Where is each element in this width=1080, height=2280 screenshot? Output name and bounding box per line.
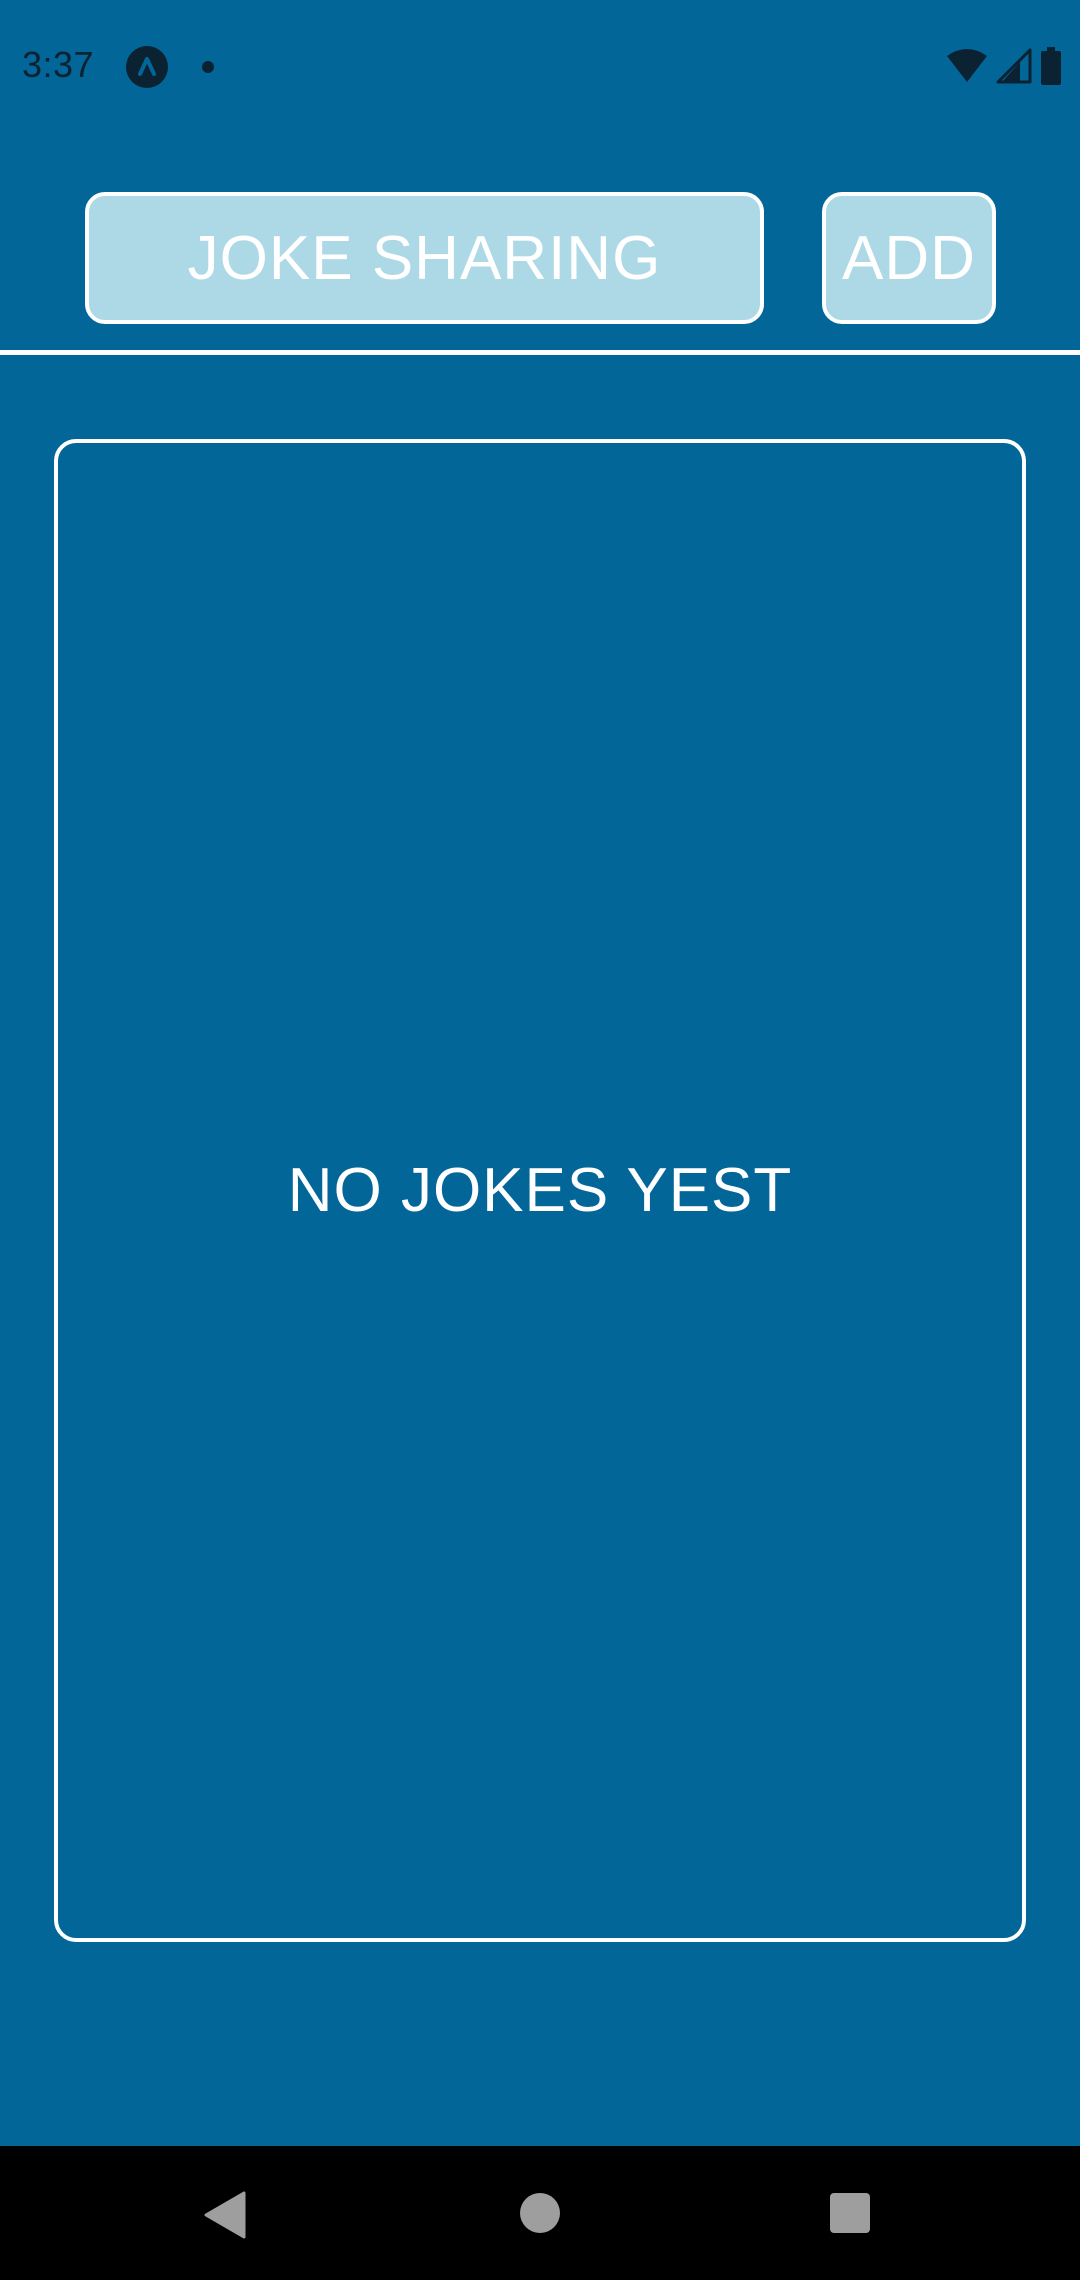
wifi-icon: [946, 48, 988, 89]
add-label: ADD: [842, 223, 976, 293]
recents-icon[interactable]: [830, 2193, 870, 2233]
cell-signal-icon: [996, 48, 1032, 89]
title-button[interactable]: JOKE SHARING: [85, 192, 764, 324]
screen: 3:37 JOKE SHARING ADD NO JOKES YEST: [0, 0, 1080, 2280]
home-icon[interactable]: [520, 2193, 560, 2233]
status-time: 3:37: [22, 44, 95, 85]
expo-app-icon: [126, 46, 168, 88]
notification-dot-icon: [202, 61, 214, 73]
navigation-bar: [0, 2146, 1080, 2280]
battery-icon: [1040, 46, 1062, 90]
header-divider: [0, 350, 1080, 355]
add-button[interactable]: ADD: [822, 192, 996, 324]
empty-state-message: NO JOKES YEST: [287, 1156, 793, 1225]
status-bar: 3:37: [0, 0, 1080, 135]
status-icons: [938, 46, 1062, 90]
back-icon[interactable]: [202, 2191, 246, 2244]
jokes-list-panel[interactable]: NO JOKES YEST: [54, 439, 1026, 1942]
title-label: JOKE SHARING: [187, 223, 662, 293]
